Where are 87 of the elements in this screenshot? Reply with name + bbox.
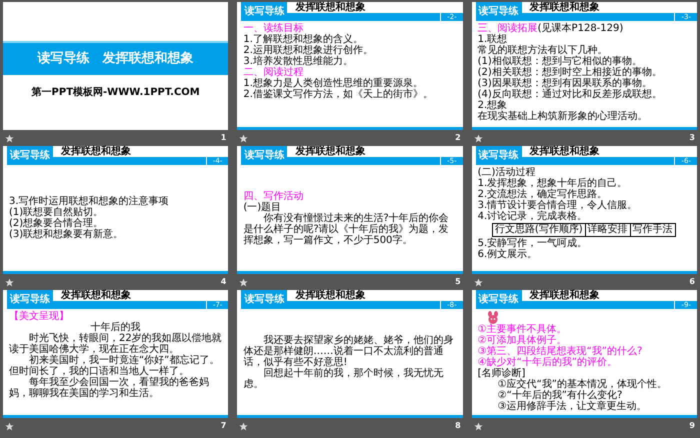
slide-heading: 【美文呈现】 [9,311,69,322]
slide-text: (2)相关联想：想到时空上相接近的事物。 [478,67,663,78]
slide-number: 4 [220,276,226,288]
slide-text: 3.写作时运用联想和想象的注意事项 [9,196,170,207]
slide-text: (1)联想要自然贴切。 [9,207,104,218]
slide-text: 1.联想 [478,34,508,45]
slide-text: 1.发挥想象，想象十年后的自己。 [478,178,628,189]
star-icon [474,134,483,142]
slide-number: 7 [220,420,226,432]
star-icon [474,422,483,430]
slide-text: 5.安静写作，一气呵成。 [478,238,588,249]
section-tab: 读写导练 [7,146,53,165]
star-icon [5,422,14,430]
slide-text: (3)联想和想象要有新意。 [9,229,124,240]
slide-text: 1.了解联想和想象的含义。 [243,34,364,45]
slide-text: 2.想象 [478,100,508,111]
section-tab: 读写导练 [7,290,53,309]
slide-title: 发挥联想和想象 [60,290,132,301]
slide-title: 发挥联想和想象 [528,2,601,13]
website-text: 第一PPT模板网-WWW.1PPT.COM [32,86,200,100]
slide-paragraph: ②“十年后的我”有什么变化? [496,390,622,401]
table-cell: 详略安排 [584,223,631,237]
slide-number: 1 [220,132,226,144]
slide-text: 1.想象力是人类创造性思维的重要源泉。 [243,78,424,89]
slide-text: 2.运用联想和想象进行创作。 [243,45,374,56]
slide-text: 2.借鉴课文写作方法，如《天上的街市》。 [243,89,434,100]
slide-paragraph: ①应交代“我”的基本情况，体现个性。 [496,379,668,390]
slide-title: 发挥联想和想象 [294,2,366,13]
bunny-face-icon [486,311,500,324]
slide-text: (2)想象要合情合理。 [9,218,104,229]
slide-heading: ③第三、四段结尾想表现“我”的什么? [478,346,642,357]
slide-number: 3 [689,132,695,144]
slide-text: (1)相似联想：想到与它相似的事物。 [478,56,642,67]
slide-title: 发挥联想和想象 [528,146,601,157]
slide-text: (见课本P128-129) [538,23,624,34]
slide-number: 2 [455,132,461,144]
star-icon [239,134,248,142]
slide-heading: 一、读练目标 [243,23,304,34]
slide-title: 发挥联想和想象 [294,146,366,157]
slide-paragraph: 时光飞快，转眼间，22岁的我如愿以偿地就读于美国哈佛大学，现在正在念大四。 [9,333,222,355]
essay-title: 十年后的我 [90,322,141,333]
star-icon [239,278,248,286]
slide-text: (4)反向联想：通过对比和反差形成联想。 [478,89,663,100]
section-tab: 读写导练 [241,2,288,21]
slide-paragraph: 每年我至少会回国一次，看望我的爸爸妈妈，聊聊我在美国的学习和生活。 [9,377,210,399]
slide-paragraph: 你有没有憧憬过未来的生活?十年后的你会是什么样子的呢?请以《十年后的我》为题，发挥想象，写一篇作文，不少于500字。 [243,212,450,246]
slide-heading: ④缺少对“十年后的我”的评价。 [478,357,617,368]
slide-title: 发挥联想和想象 [528,290,601,301]
slide-text: 3.培养发散性思维能力。 [243,56,354,67]
slide-heading: 四、写作活动 [243,190,304,202]
slide-text: 6.例文展示。 [478,249,538,260]
section-tab: 读写导练 [476,146,522,165]
table-cell: 行文思路(写作顺序) [492,223,586,237]
slide-title: 发挥联想和想象 [60,146,132,157]
slide-paragraph: 回想起十年前的我，那个时候，我无忧无虑。 [243,368,444,390]
slide-text: (二)活动过程 [478,167,536,178]
slide-text: 2.交流想法，确定写作思路。 [478,189,608,200]
star-icon [5,278,14,286]
slide-text: 常见的联想方法有以下几种。 [478,45,609,56]
slide-text: (3)因果联想：想到有因果联系的事物。 [478,78,653,89]
slide-number: 6 [689,276,695,288]
slide-text: 3.情节设计要合情合理，令人信服。 [478,200,638,211]
star-icon [239,422,248,430]
section-tab: 读写导练 [241,290,288,309]
section-tab: 读写导练 [476,2,522,21]
slide-text: 4.讨论记录，完成表格。 [478,211,588,222]
slide-text: (一)题目 [243,202,282,212]
slide-thumbnail[interactable]: 读写导练 发挥联想和想象 第一PPT模板网-WWW.1PPT.COM [3,2,228,130]
slide-paragraph: ③运用修辞手法，让文章更生动。 [496,401,648,412]
slide-number: 9 [689,420,695,432]
slide-heading: ①主要事件不具体。 [478,324,567,335]
slide-text: 在现实基础上构筑新形象的心理活动。 [478,111,649,122]
slide-number: 8 [455,420,461,432]
star-icon [5,134,14,142]
slide-paragraph: 初来美国时，我一时竟连“你好”都忘记了。但时间长了，我的口语和当地人一样了。 [9,355,220,377]
slide-title: 发挥联想和想象 [294,290,366,301]
slide-text: [名师诊断] [478,368,526,379]
slide-heading: 二、阅读过程 [243,67,304,78]
table-cell: 写作手法 [630,223,676,237]
slide-paragraph: 我还要去探望家乡的姥姥、姥爷，他们的身体还是那样健朗……说着一口不太流利的普通话，似乎有些不好意思! [243,334,454,368]
star-icon [474,278,483,286]
title-banner: 读写导练 发挥联想和想象 [3,40,228,74]
section-tab: 读写导练 [476,290,522,309]
slide-number: 5 [455,276,461,288]
slide-heading: 三、阅读拓展 [478,23,538,34]
slide-heading: ②可添加具体例子。 [478,335,567,346]
section-tab: 读写导练 [241,146,288,165]
